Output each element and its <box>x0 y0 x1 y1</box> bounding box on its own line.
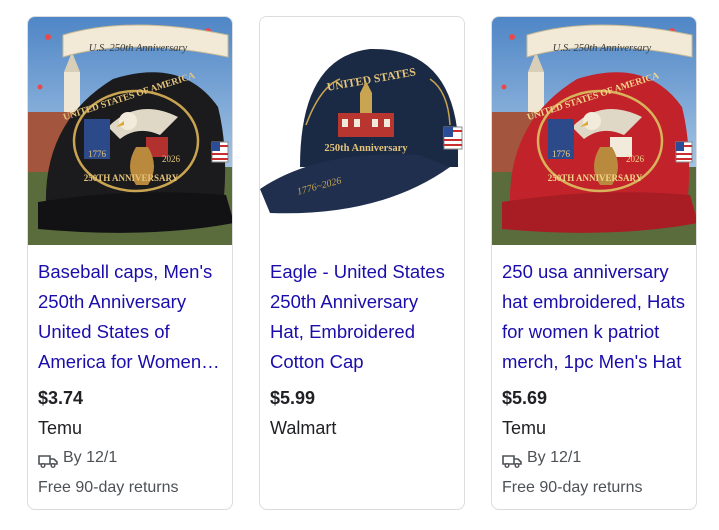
product-seller: Temu <box>502 418 547 438</box>
svg-text:1776: 1776 <box>552 149 571 159</box>
product-seller: Temu <box>38 418 83 438</box>
product-price: $5.99 <box>270 388 316 408</box>
product-price: $3.74 <box>38 388 84 408</box>
svg-text:250th Anniversary: 250th Anniversary <box>324 143 408 154</box>
svg-text:250TH ANNIVERSARY: 250TH ANNIVERSARY <box>548 173 643 183</box>
product-image[interactable]: U.S. 250th Anniversary 1776 2026 UNITED … <box>492 17 696 245</box>
flag-patch <box>675 141 693 163</box>
product-card[interactable]: U.S. 250th Anniversary 1776 2026 UNITED … <box>27 16 233 510</box>
svg-text:2026: 2026 <box>162 154 181 164</box>
banner-text: U.S. 250th Anniversary <box>553 43 652 54</box>
product-image[interactable]: UNITED STATES 250th Anniversary 1776~202… <box>260 17 464 245</box>
svg-text:2026: 2026 <box>626 154 645 164</box>
product-title[interactable]: 250 usa anniversary hat embroidered, Hat… <box>502 257 688 377</box>
truck-icon <box>502 451 522 468</box>
svg-text:250TH ANNIVERSARY: 250TH ANNIVERSARY <box>84 173 179 183</box>
flag-patch <box>443 126 463 150</box>
delivery-info: By 12/1 <box>502 445 688 471</box>
delivery-date: By 12/1 <box>527 449 582 466</box>
truck-icon <box>38 451 58 468</box>
product-card[interactable]: UNITED STATES 250th Anniversary 1776~202… <box>259 16 465 510</box>
cap-brim <box>38 192 232 233</box>
cap-brim <box>502 192 696 233</box>
product-title[interactable]: Eagle - United States 250th Anniversary … <box>270 257 456 377</box>
product-image[interactable]: U.S. 250th Anniversary 1776 2026 UNITED … <box>28 17 232 245</box>
returns-info: Free 90-day returns <box>38 479 179 496</box>
svg-text:1776: 1776 <box>88 149 107 159</box>
banner-text: U.S. 250th Anniversary <box>89 43 188 54</box>
delivery-info: By 12/1 <box>38 445 224 471</box>
product-seller: Walmart <box>270 418 337 438</box>
delivery-date: By 12/1 <box>63 449 118 466</box>
product-price: $5.69 <box>502 388 548 408</box>
product-card[interactable]: U.S. 250th Anniversary 1776 2026 UNITED … <box>491 16 697 510</box>
returns-info: Free 90-day returns <box>502 479 643 496</box>
flag-patch <box>211 141 229 163</box>
product-title[interactable]: Baseball caps, Men's 250th Anniversary U… <box>38 257 224 377</box>
